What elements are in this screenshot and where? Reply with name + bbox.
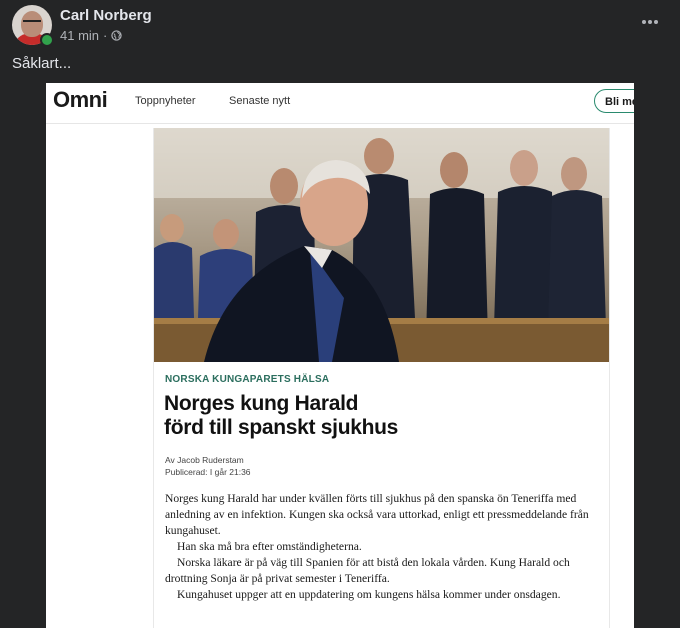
paragraph: Norges kung Harald har under kvällen för… [165, 492, 589, 537]
article-kicker: NORSKA KUNGAPARETS HÄLSA [165, 374, 330, 385]
paragraph: Han ska må bra efter omständigheterna. [177, 540, 362, 553]
headline-line-2: förd till spanskt sjukhus [164, 416, 399, 439]
post-time[interactable]: 41 min [60, 28, 99, 43]
article-headline: Norges kung Harald förd till spanskt sju… [164, 392, 584, 440]
post-meta: 41 min · [60, 28, 123, 43]
more-horizontal-icon [642, 20, 658, 24]
post-text: Såklart... [12, 55, 72, 72]
nav-senaste-nytt: Senaste nytt [229, 95, 291, 107]
article-body: Norges kung Harald har under kvällen för… [165, 491, 605, 603]
shared-screenshot[interactable]: Omni Toppnyheter Senaste nytt Bli me [46, 83, 634, 628]
headline-line-1: Norges kung Harald [164, 392, 359, 415]
article-photo [154, 128, 609, 362]
omni-logo: Omni [53, 87, 108, 112]
post-header: Carl Norberg 41 min · Såklart... [0, 0, 680, 83]
paragraph: Norska läkare är på väg till Spanien för… [165, 556, 570, 585]
meta-separator: · [103, 28, 108, 43]
omni-signup-button: Bli me [594, 89, 634, 113]
article-card: NORSKA KUNGAPARETS HÄLSA Norges kung Har… [153, 128, 610, 628]
post-author[interactable]: Carl Norberg [60, 7, 152, 24]
article-byline: Av Jacob Ruderstam [165, 455, 244, 465]
online-status-icon [40, 33, 54, 47]
article-published: Publicerad: I går 21:36 [165, 467, 251, 477]
more-options-button[interactable] [635, 8, 665, 34]
globe-icon [111, 30, 123, 41]
omni-navbar: Omni Toppnyheter Senaste nytt Bli me [46, 83, 634, 124]
nav-toppnyheter: Toppnyheter [135, 95, 196, 107]
paragraph: Kungahuset uppger att en uppdatering om … [177, 588, 561, 601]
